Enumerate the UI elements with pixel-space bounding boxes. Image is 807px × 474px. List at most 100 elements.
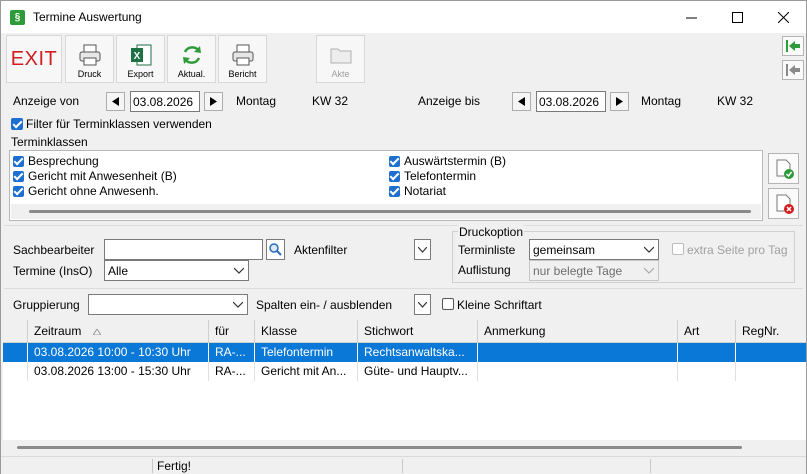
window-title: Termine Auswertung — [33, 10, 142, 24]
to-week: KW 32 — [717, 94, 754, 108]
table-scrollbar[interactable] — [3, 440, 806, 455]
kleine-schriftart-label: Kleine Schriftart — [457, 298, 542, 312]
arrow-left-grey-icon — [786, 64, 800, 76]
terminklassen-list: Besprechung Gericht mit Anwesenheit (B) … — [9, 150, 763, 221]
separator — [4, 225, 803, 226]
window: § Termine Auswertung EXIT Druck X Export… — [0, 0, 807, 474]
druck-button[interactable]: Druck — [65, 35, 114, 83]
checkbox-checked-icon[interactable] — [13, 170, 24, 182]
from-week: KW 32 — [312, 94, 349, 108]
cell-stichwort: Rechtsanwaltska... — [358, 343, 478, 362]
spalten-dropdown-button[interactable] — [414, 294, 431, 315]
maximize-button[interactable] — [714, 1, 760, 33]
termine-inso-value: Alle — [108, 264, 129, 278]
status-text: Fertig! — [157, 459, 192, 473]
select-all-terminklassen-button[interactable] — [768, 153, 799, 184]
column-header-anmerkung[interactable]: Anmerkung — [478, 320, 678, 343]
terminklasse-label: Auswärtstermin (B) — [404, 154, 507, 168]
export-label: Export — [127, 69, 154, 79]
chevron-down-icon — [418, 246, 427, 253]
scrollbar-thumb[interactable] — [29, 210, 751, 213]
kleine-schriftart-checkbox[interactable] — [442, 298, 454, 310]
bericht-button[interactable]: Bericht — [218, 35, 267, 83]
checkbox-checked-icon[interactable] — [389, 185, 400, 197]
deselect-all-terminklassen-button[interactable] — [768, 188, 799, 219]
terminklassen-scrollbar[interactable] — [11, 204, 761, 219]
checkbox-checked-icon[interactable] — [13, 155, 24, 167]
auflistung-value: nur belegte Tage — [533, 264, 623, 278]
from-prev-button[interactable] — [106, 92, 125, 111]
to-prev-button[interactable] — [512, 92, 531, 111]
aktenfilter-dropdown-button[interactable] — [414, 239, 431, 260]
document-check-icon — [776, 159, 794, 179]
table-header: Zeitraum für Klasse Stichwort Anmerkung … — [3, 320, 806, 343]
terminklasse-item[interactable]: Auswärtstermin (B) — [389, 154, 506, 168]
maximize-icon — [731, 11, 743, 23]
report-printer-icon — [232, 44, 253, 66]
dock-left-button[interactable] — [782, 36, 804, 56]
cell-regnr — [736, 362, 806, 381]
aktual-button[interactable]: Aktual. — [167, 35, 216, 83]
dock-left-grey-button[interactable] — [782, 60, 804, 80]
table-row[interactable]: 03.08.2026 13:00 - 15:30 Uhr RA-... Geri… — [3, 362, 806, 381]
terminklasse-label: Besprechung — [28, 154, 99, 168]
chevron-down-icon — [418, 301, 427, 308]
extra-seite-checkbox[interactable] — [672, 243, 684, 255]
to-date-field[interactable]: 03.08.2026 — [536, 91, 606, 112]
column-header-regnr[interactable]: RegNr. — [736, 320, 806, 343]
arrow-left-green-icon — [786, 40, 800, 52]
cell-klasse: Gericht mit An... — [255, 362, 358, 381]
column-header-stichwort[interactable]: Stichwort — [358, 320, 478, 343]
cell-fuer: RA-... — [209, 362, 255, 381]
terminklassen-title: Terminklassen — [11, 135, 88, 149]
cell-art — [678, 362, 736, 381]
spalten-label: Spalten ein- / ausblenden — [256, 298, 393, 312]
to-next-button[interactable] — [610, 92, 629, 111]
from-next-button[interactable] — [204, 92, 223, 111]
cell-regnr — [736, 343, 806, 362]
from-date-field[interactable]: 03.08.2026 — [130, 91, 200, 112]
terminklasse-item[interactable]: Telefontermin — [389, 169, 476, 183]
terminklasse-label: Gericht ohne Anwesenh. — [28, 184, 159, 198]
from-weekday: Montag — [236, 94, 277, 108]
terminklasse-item[interactable]: Besprechung — [13, 154, 99, 168]
terminklasse-item[interactable]: Notariat — [389, 184, 446, 198]
termine-inso-select[interactable]: Alle — [104, 260, 249, 281]
row-indicator — [3, 343, 28, 362]
checkbox-checked-icon[interactable] — [13, 185, 24, 197]
termine-inso-label: Termine (InsO) — [13, 264, 93, 278]
terminklasse-item[interactable]: Gericht ohne Anwesenh. — [13, 184, 159, 198]
akte-button[interactable]: Akte — [316, 35, 365, 83]
filter-checkbox[interactable] — [11, 118, 23, 130]
cell-zeitraum: 03.08.2026 13:00 - 15:30 Uhr — [28, 362, 209, 381]
checkbox-checked-icon[interactable] — [389, 170, 400, 182]
toolbar: EXIT Druck X Export Aktual. Bericht Akte — [1, 33, 806, 85]
sachbearbeiter-input[interactable] — [104, 239, 263, 260]
checkbox-checked-icon[interactable] — [389, 155, 400, 167]
column-header-klasse[interactable]: Klasse — [255, 320, 358, 343]
terminklasse-item[interactable]: Gericht mit Anwesenheit (B) — [13, 169, 177, 183]
column-header-art[interactable]: Art — [678, 320, 736, 343]
sachbearbeiter-search-button[interactable] — [266, 239, 285, 260]
terminliste-value: gemeinsam — [533, 243, 596, 257]
exit-button[interactable]: EXIT — [6, 35, 62, 83]
close-button[interactable] — [760, 1, 806, 33]
table-row[interactable]: 03.08.2026 10:00 - 10:30 Uhr RA-... Tele… — [3, 343, 806, 362]
auflistung-label: Auflistung — [458, 263, 511, 277]
auflistung-select[interactable]: nur belegte Tage — [529, 260, 659, 281]
scrollbar-thumb[interactable] — [17, 446, 742, 449]
export-button[interactable]: X Export — [116, 35, 165, 83]
column-header-zeitraum[interactable]: Zeitraum — [28, 320, 209, 343]
chevron-down-icon — [234, 267, 244, 274]
row-indicator — [3, 362, 28, 381]
minimize-button[interactable] — [668, 1, 714, 33]
terminliste-label: Terminliste — [458, 243, 516, 257]
excel-icon: X — [130, 44, 151, 66]
terminliste-select[interactable]: gemeinsam — [529, 239, 659, 260]
close-icon — [777, 11, 789, 23]
refresh-icon — [182, 46, 201, 64]
extra-seite-label: extra Seite pro Tag — [687, 243, 788, 257]
gruppierung-select[interactable] — [88, 294, 248, 315]
column-header-fuer[interactable]: für — [209, 320, 255, 343]
to-weekday: Montag — [641, 94, 682, 108]
